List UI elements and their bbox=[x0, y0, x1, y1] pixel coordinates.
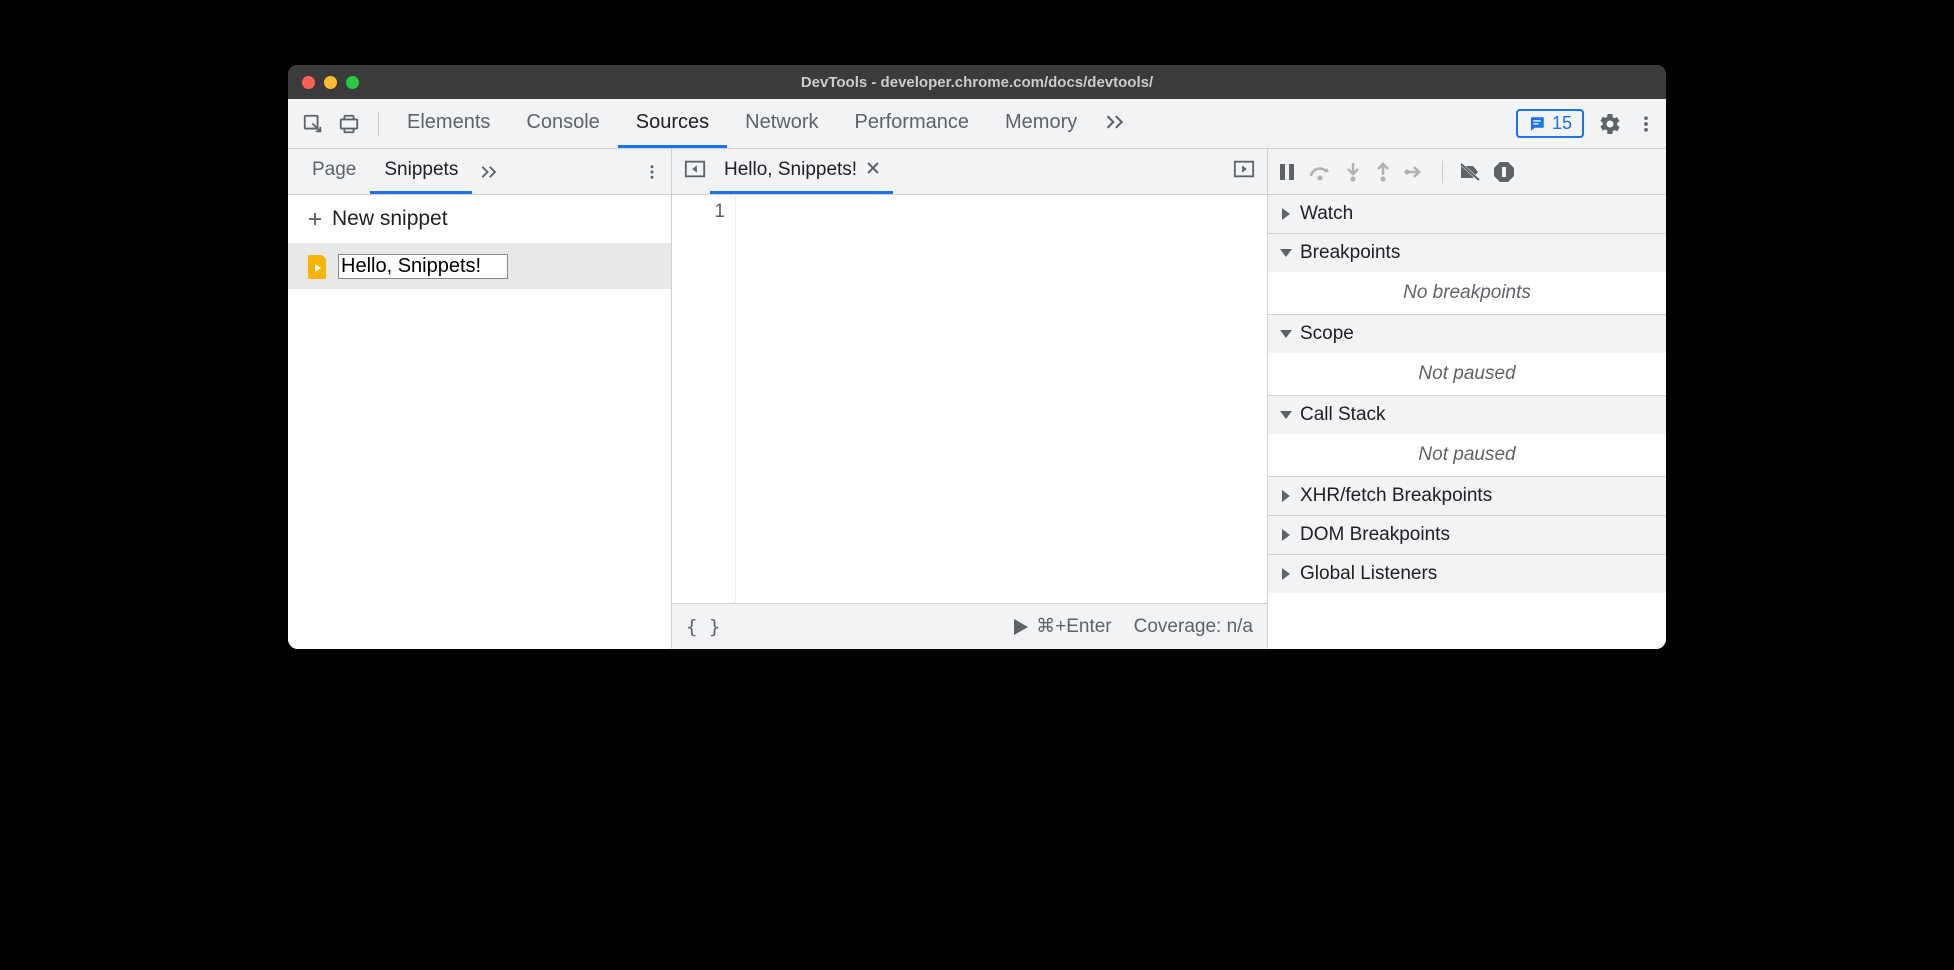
titlebar: DevTools - developer.chrome.com/docs/dev… bbox=[288, 65, 1666, 99]
tab-sources[interactable]: Sources bbox=[618, 99, 727, 148]
collapse-icon bbox=[1280, 249, 1292, 257]
run-snippet-button[interactable]: ⌘+Enter bbox=[1014, 615, 1112, 638]
dom-header[interactable]: DOM Breakpoints bbox=[1268, 516, 1666, 554]
subtab-snippets[interactable]: Snippets bbox=[370, 149, 472, 194]
settings-icon[interactable] bbox=[1598, 112, 1622, 136]
editor-nav-forward-icon[interactable] bbox=[1229, 155, 1259, 188]
snippet-file-icon bbox=[308, 255, 328, 279]
line-number: 1 bbox=[672, 201, 725, 223]
callstack-label: Call Stack bbox=[1300, 404, 1386, 426]
code-area[interactable] bbox=[736, 195, 1267, 603]
devtools-window: DevTools - developer.chrome.com/docs/dev… bbox=[288, 65, 1666, 649]
editor-tab[interactable]: Hello, Snippets! bbox=[710, 149, 893, 194]
watch-section: Watch bbox=[1268, 195, 1666, 234]
watch-label: Watch bbox=[1300, 203, 1353, 225]
toolbar-divider bbox=[378, 112, 379, 136]
breakpoints-header[interactable]: Breakpoints bbox=[1268, 234, 1666, 272]
more-subtabs-icon[interactable] bbox=[472, 165, 506, 179]
debugger-panel: Watch Breakpoints No breakpoints Scope N… bbox=[1268, 149, 1666, 649]
deactivate-breakpoints-icon[interactable] bbox=[1459, 162, 1481, 182]
more-tabs-icon[interactable] bbox=[1095, 99, 1135, 148]
global-section: Global Listeners bbox=[1268, 555, 1666, 593]
collapse-icon bbox=[1280, 330, 1292, 338]
sources-panel: Page Snippets New snippet bbox=[288, 149, 1666, 649]
code-editor[interactable]: 1 bbox=[672, 195, 1267, 603]
issues-badge[interactable]: 15 bbox=[1516, 109, 1584, 138]
editor-tab-label: Hello, Snippets! bbox=[724, 159, 857, 181]
callstack-section: Call Stack Not paused bbox=[1268, 396, 1666, 477]
expand-icon bbox=[1282, 568, 1290, 580]
toolbar-divider bbox=[1442, 161, 1443, 183]
navigator-panel: Page Snippets New snippet bbox=[288, 149, 672, 649]
scope-header[interactable]: Scope bbox=[1268, 315, 1666, 353]
xhr-section: XHR/fetch Breakpoints bbox=[1268, 477, 1666, 516]
tab-network[interactable]: Network bbox=[727, 99, 836, 148]
breakpoints-section: Breakpoints No breakpoints bbox=[1268, 234, 1666, 315]
expand-icon bbox=[1282, 529, 1290, 541]
play-icon bbox=[1014, 619, 1028, 635]
maximize-window-button[interactable] bbox=[346, 76, 359, 89]
close-tab-icon[interactable] bbox=[867, 161, 879, 179]
tab-console[interactable]: Console bbox=[508, 99, 617, 148]
tab-elements[interactable]: Elements bbox=[389, 99, 508, 148]
step-out-icon[interactable] bbox=[1374, 161, 1392, 183]
collapse-icon bbox=[1280, 411, 1292, 419]
global-header[interactable]: Global Listeners bbox=[1268, 555, 1666, 593]
watch-header[interactable]: Watch bbox=[1268, 195, 1666, 233]
editor-nav-back-icon[interactable] bbox=[680, 155, 710, 188]
pause-icon[interactable] bbox=[1278, 162, 1296, 182]
plus-icon bbox=[306, 210, 324, 228]
breakpoints-label: Breakpoints bbox=[1300, 242, 1400, 264]
close-window-button[interactable] bbox=[302, 76, 315, 89]
panel-tabs: Elements Console Sources Network Perform… bbox=[389, 99, 1135, 148]
main-toolbar: Elements Console Sources Network Perform… bbox=[288, 99, 1666, 149]
inspect-element-icon[interactable] bbox=[302, 113, 324, 135]
step-icon[interactable] bbox=[1404, 163, 1426, 181]
navigator-menu-icon[interactable] bbox=[643, 161, 661, 183]
window-title: DevTools - developer.chrome.com/docs/dev… bbox=[288, 74, 1666, 91]
editor-panel: Hello, Snippets! 1 { } bbox=[672, 149, 1268, 649]
scope-section: Scope Not paused bbox=[1268, 315, 1666, 396]
line-gutter: 1 bbox=[672, 195, 736, 603]
run-shortcut-label: ⌘+Enter bbox=[1036, 615, 1112, 638]
dom-section: DOM Breakpoints bbox=[1268, 516, 1666, 555]
issues-count: 15 bbox=[1552, 113, 1572, 134]
pause-on-exceptions-icon[interactable] bbox=[1493, 161, 1515, 183]
tab-performance[interactable]: Performance bbox=[837, 99, 988, 148]
xhr-header[interactable]: XHR/fetch Breakpoints bbox=[1268, 477, 1666, 515]
dom-label: DOM Breakpoints bbox=[1300, 524, 1450, 546]
step-into-icon[interactable] bbox=[1344, 161, 1362, 183]
callstack-body: Not paused bbox=[1268, 434, 1666, 476]
snippet-name-input[interactable] bbox=[338, 254, 508, 279]
minimize-window-button[interactable] bbox=[324, 76, 337, 89]
breakpoints-body: No breakpoints bbox=[1268, 272, 1666, 314]
navigator-tabs: Page Snippets bbox=[288, 149, 671, 195]
editor-tabstrip: Hello, Snippets! bbox=[672, 149, 1267, 195]
device-toggle-icon[interactable] bbox=[338, 113, 360, 135]
new-snippet-label: New snippet bbox=[332, 207, 448, 231]
new-snippet-button[interactable]: New snippet bbox=[288, 195, 671, 244]
expand-icon bbox=[1282, 490, 1290, 502]
subtab-page[interactable]: Page bbox=[298, 149, 370, 194]
debugger-toolbar bbox=[1268, 149, 1666, 195]
global-label: Global Listeners bbox=[1300, 563, 1437, 585]
kebab-menu-icon[interactable] bbox=[1636, 112, 1656, 136]
tab-memory[interactable]: Memory bbox=[987, 99, 1095, 148]
scope-body: Not paused bbox=[1268, 353, 1666, 395]
coverage-label[interactable]: Coverage: n/a bbox=[1134, 616, 1253, 638]
window-controls bbox=[302, 76, 359, 89]
step-over-icon[interactable] bbox=[1308, 162, 1332, 182]
expand-icon bbox=[1282, 208, 1290, 220]
pretty-print-icon[interactable]: { } bbox=[686, 616, 720, 638]
editor-statusbar: { } ⌘+Enter Coverage: n/a bbox=[672, 603, 1267, 649]
xhr-label: XHR/fetch Breakpoints bbox=[1300, 485, 1492, 507]
snippet-item[interactable] bbox=[288, 244, 671, 289]
scope-label: Scope bbox=[1300, 323, 1354, 345]
callstack-header[interactable]: Call Stack bbox=[1268, 396, 1666, 434]
